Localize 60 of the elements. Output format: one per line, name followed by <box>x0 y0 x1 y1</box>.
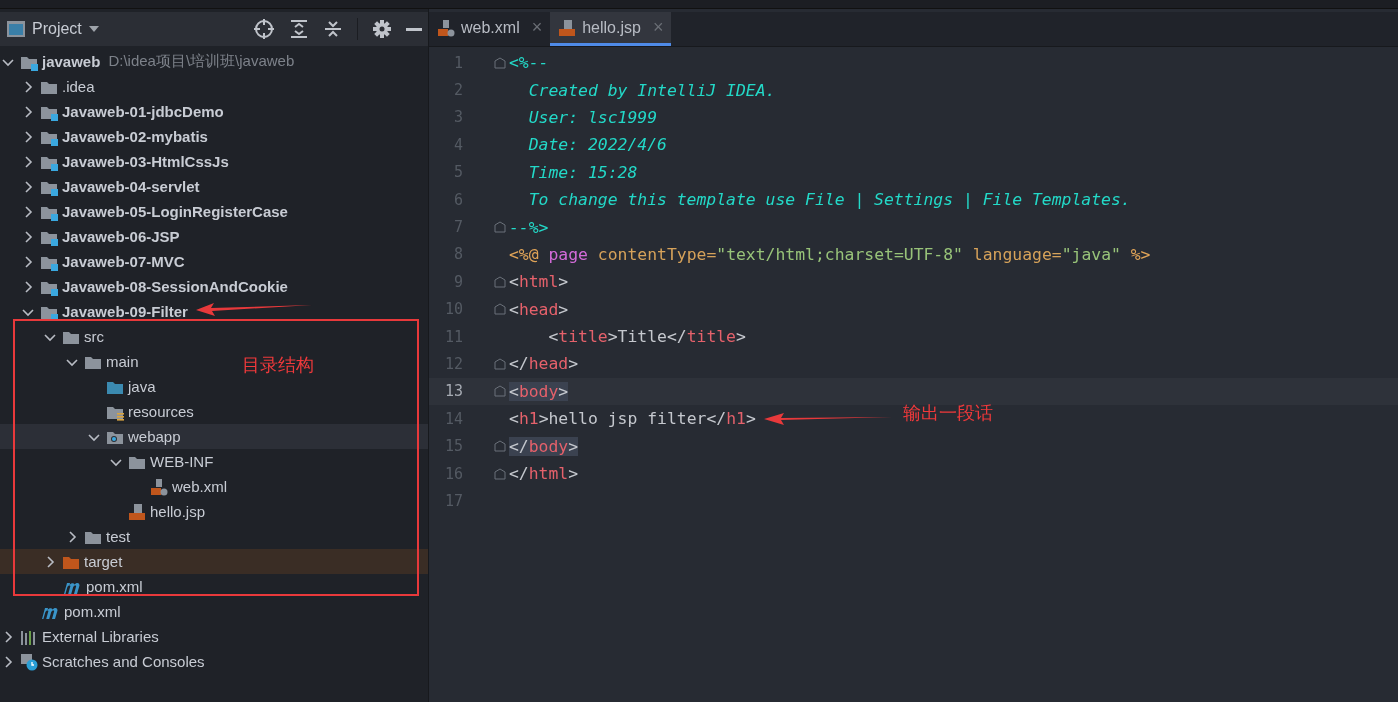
annotation-label: 目录结构 <box>242 354 314 377</box>
code-line: User: lsc1999 <box>527 107 658 127</box>
code-line: <%@ page contentType="text/html;charset=UTF-8" language="java" %> <box>509 244 1151 264</box>
window-icon <box>6 20 26 38</box>
code-line: Date: 2022/4/6 <box>527 135 667 155</box>
line-number: 13 <box>443 382 464 401</box>
jsp-file-icon <box>128 502 146 521</box>
code-line: Time: 15:28 <box>527 162 638 182</box>
locate-icon <box>253 18 275 40</box>
tree-item-label: pom.xml <box>86 578 143 595</box>
code-line: Created by IntelliJ IDEA. <box>527 80 776 100</box>
clock-icon <box>20 652 38 671</box>
dropdown-caret-icon <box>87 25 100 33</box>
tree-item-label: Javaweb-08-SessionAndCookie <box>62 278 288 295</box>
annotation-label: 输出一段话 <box>903 402 993 425</box>
tree-item-label: webapp <box>128 428 181 445</box>
tree-item-label: WEB-INF <box>150 453 214 470</box>
xml-file-icon <box>150 477 168 496</box>
tree-item-label: web.xml <box>172 478 227 495</box>
tree-item-label: Javaweb-03-HtmlCssJs <box>62 153 229 170</box>
tree-item-label: test <box>106 528 131 545</box>
code-line: </head> <box>509 354 579 374</box>
expand-all-icon <box>289 19 309 39</box>
tree-item-label: Javaweb-07-MVC <box>62 253 185 270</box>
tree-item-label: java <box>128 378 156 395</box>
jsp-file-icon <box>558 18 577 37</box>
settings-icon <box>372 19 392 39</box>
project-path: D:\idea项目\培训班\javaweb <box>108 52 295 71</box>
tree-item-label: resources <box>128 403 194 420</box>
tree-item-label: Javaweb-02-mybatis <box>62 128 208 145</box>
tree-item-label: Javaweb-09-Filter <box>62 303 188 320</box>
minimize-icon <box>406 27 422 31</box>
code-line: To change this template use File | Settings | File Templates. <box>527 190 1131 210</box>
code-line: <%-- <box>509 53 549 73</box>
tree-item-label: hello.jsp <box>150 503 206 520</box>
editor-tab[interactable]: hello.jsp × <box>550 12 672 46</box>
code-line: --%> <box>509 217 549 237</box>
code-line: <title>Title</title> <box>547 327 746 347</box>
code-line: </html> <box>509 464 579 484</box>
tree-item-label: .idea <box>62 78 95 95</box>
panel-title[interactable]: Project <box>32 20 82 38</box>
tree-item-label: Scratches and Consoles <box>42 653 205 670</box>
tree-item-label: External Libraries <box>42 628 159 645</box>
tree-row[interactable]: webapp <box>0 424 428 449</box>
collapse-all-icon <box>323 19 343 39</box>
xml-file-icon <box>437 18 455 37</box>
tree-item-label: Javaweb-06-JSP <box>62 228 180 245</box>
tree-item-label: main <box>106 353 139 370</box>
tree-item-label: Javaweb-04-servlet <box>62 178 200 195</box>
tree-item-label: src <box>84 328 104 345</box>
tree-item-label: javaweb <box>42 53 101 70</box>
editor-tab[interactable]: web.xml × <box>429 12 551 46</box>
tree-item-label: pom.xml <box>64 603 121 620</box>
code-line: <html> <box>509 272 569 292</box>
tree-item-label: target <box>84 553 123 570</box>
tree-item-label: Javaweb-01-jdbcDemo <box>62 103 224 120</box>
tree-row[interactable]: target <box>0 549 428 574</box>
code-line: <h1>hello jsp filter</h1> <box>509 409 756 429</box>
tree-item-label: Javaweb-05-LoginRegisterCase <box>62 203 288 220</box>
code-line: <head> <box>509 299 569 319</box>
